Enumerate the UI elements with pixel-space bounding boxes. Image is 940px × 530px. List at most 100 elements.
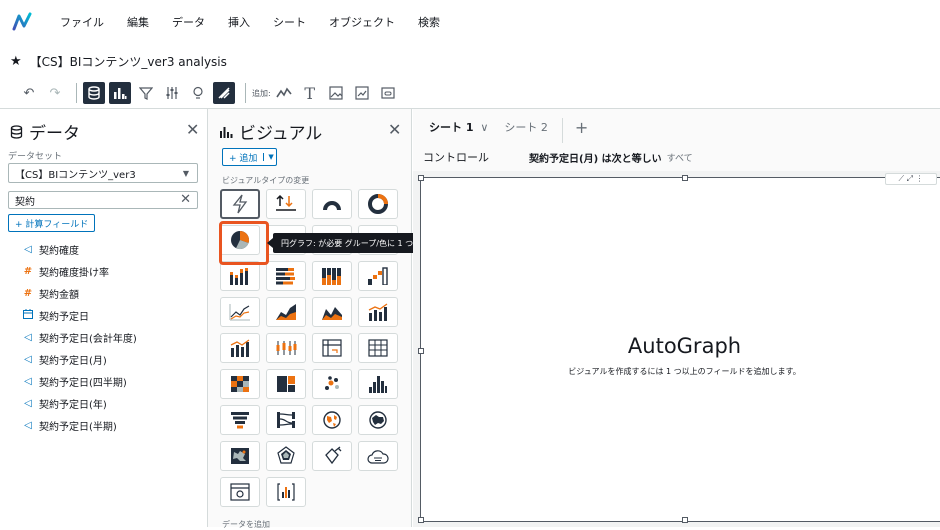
field-item[interactable]: ◁ 契約予定日(四半期) xyxy=(22,374,127,389)
pie-chart-selection-highlight xyxy=(219,221,269,265)
waterfall-chart-icon[interactable] xyxy=(358,261,398,291)
kpi-icon[interactable] xyxy=(266,189,306,219)
tab-label: シート 2 xyxy=(504,121,548,134)
histogram-icon[interactable] xyxy=(358,369,398,399)
field-label: 契約予定日(四半期) xyxy=(39,377,127,389)
menu-edit[interactable]: 編集 xyxy=(127,14,149,30)
custom-visual-icon[interactable] xyxy=(312,441,352,471)
stacked-100-bar-icon[interactable] xyxy=(312,261,352,291)
add-embed-icon[interactable] xyxy=(377,82,399,104)
points-on-map-icon[interactable] xyxy=(358,405,398,435)
visual-panel-toggle-icon[interactable] xyxy=(109,82,131,104)
radar-chart-icon[interactable] xyxy=(266,441,306,471)
resize-handle[interactable] xyxy=(418,517,424,523)
field-label: 契約予定日(年) xyxy=(39,399,107,411)
insights-icon[interactable] xyxy=(187,82,209,104)
menu-object[interactable]: オブジェクト xyxy=(329,14,395,30)
redo-icon[interactable]: ↷ xyxy=(44,82,66,104)
resize-handle[interactable] xyxy=(682,517,688,523)
add-sheet-icon[interactable]: + xyxy=(561,118,596,143)
stacked-bar-chart-icon[interactable] xyxy=(220,261,260,291)
sankey-diagram-icon[interactable] xyxy=(266,405,306,435)
tree-map-icon[interactable] xyxy=(266,369,306,399)
add-insight-icon[interactable] xyxy=(351,82,373,104)
add-calculated-field-button[interactable]: + 計算フィールド xyxy=(8,214,96,232)
field-item[interactable]: ◁ 契約予定日(年) xyxy=(22,396,107,411)
field-label: 契約予定日(月) xyxy=(39,355,107,367)
field-item[interactable]: ◁ 契約予定日(月) xyxy=(22,352,107,367)
menu-sheet[interactable]: シート xyxy=(273,14,306,30)
dimension-icon: ◁ xyxy=(24,397,32,409)
funnel-chart-icon[interactable] xyxy=(220,405,260,435)
menu-insert[interactable]: 挿入 xyxy=(228,14,250,30)
pivot-table-icon[interactable] xyxy=(312,333,352,363)
gauge-icon[interactable] xyxy=(312,189,352,219)
field-item[interactable]: ◁ 契約予定日(半期) xyxy=(22,418,117,433)
highcharts-icon[interactable] xyxy=(266,477,306,507)
parameters-icon[interactable] xyxy=(161,82,183,104)
add-visual-button[interactable]: + 追加 ▼ xyxy=(222,148,277,166)
filled-map-icon[interactable] xyxy=(312,405,352,435)
chevron-down-icon[interactable]: ▼ xyxy=(263,153,274,161)
tab-sheet-1[interactable]: シート 1 ∨ xyxy=(421,119,496,143)
word-cloud-icon[interactable] xyxy=(358,441,398,471)
embedded-content-icon[interactable] xyxy=(220,477,260,507)
controls-label[interactable]: コントロール xyxy=(423,149,489,165)
app-logo-icon[interactable] xyxy=(0,0,44,44)
resize-handle[interactable] xyxy=(682,175,688,181)
bar-chart-icon xyxy=(220,126,233,138)
control-filter-value[interactable]: すべて xyxy=(667,151,693,164)
clear-icon[interactable]: ✕ xyxy=(180,192,191,207)
data-panel-toggle-icon[interactable] xyxy=(83,82,105,104)
filter-icon[interactable] xyxy=(135,82,157,104)
menu-data[interactable]: データ xyxy=(172,14,205,30)
control-filter-label[interactable]: 契約予定日(月) は次と等しい xyxy=(529,150,662,165)
geospatial-map-icon[interactable] xyxy=(220,441,260,471)
close-icon[interactable]: ✕ xyxy=(186,120,199,139)
donut-chart-icon[interactable] xyxy=(358,189,398,219)
menu-bar: ファイル 編集 データ 挿入 シート オブジェクト 検索 xyxy=(0,0,940,44)
scatter-plot-icon[interactable] xyxy=(312,369,352,399)
close-icon[interactable]: ✕ xyxy=(388,120,401,139)
add-text-icon[interactable]: T xyxy=(299,82,321,104)
menu-file[interactable]: ファイル xyxy=(60,14,104,30)
dataset-select[interactable]: 【CS】BIコンテンツ_ver3 ▼ xyxy=(8,163,198,183)
stacked-area-chart-icon[interactable] xyxy=(312,297,352,327)
tab-sheet-2[interactable]: シート 2 xyxy=(496,119,556,143)
analysis-title[interactable]: 【CS】BIコンテンツ_ver3 analysis xyxy=(30,53,227,70)
toolbar: ↶ ↷ 追加: T xyxy=(0,78,940,109)
undo-icon[interactable]: ↶ xyxy=(18,82,40,104)
autograph-icon[interactable] xyxy=(220,189,260,219)
dimension-icon: ◁ xyxy=(24,419,32,431)
resize-handle[interactable] xyxy=(418,175,424,181)
dataset-label: データセット xyxy=(8,152,63,162)
field-item[interactable]: 契約予定日 xyxy=(22,308,89,323)
star-icon[interactable]: ★ xyxy=(10,54,22,69)
menu-search[interactable]: 検索 xyxy=(418,14,440,30)
toolbar-divider xyxy=(76,83,77,103)
add-visual-label: + 追加 xyxy=(229,153,258,164)
field-label: 契約予定日(会計年度) xyxy=(39,333,137,345)
add-image-icon[interactable] xyxy=(325,82,347,104)
measure-icon: # xyxy=(23,287,33,299)
chevron-down-icon[interactable]: ∨ xyxy=(480,121,488,134)
combo-bar-line-icon[interactable] xyxy=(220,333,260,363)
autograph-visual[interactable]: ⟋ ⤢ ⋮ AutoGraph ビジュアルを作成するには 1 つ以上のフィールド… xyxy=(418,173,940,523)
visual-menu-icon[interactable]: ⟋ ⤢ ⋮ xyxy=(885,173,937,185)
heat-map-icon[interactable] xyxy=(220,369,260,399)
table-icon[interactable] xyxy=(358,333,398,363)
line-chart-icon[interactable] xyxy=(220,297,260,327)
field-item[interactable]: # 契約金額 xyxy=(22,286,79,301)
add-data-label: データを追加 xyxy=(222,520,270,529)
field-search-input[interactable]: 契約 ✕ xyxy=(8,191,198,209)
themes-icon[interactable] xyxy=(213,82,235,104)
field-item[interactable]: ◁ 契約予定日(会計年度) xyxy=(22,330,137,345)
combo-chart-icon[interactable] xyxy=(358,297,398,327)
box-plot-icon[interactable] xyxy=(266,333,306,363)
visual-subtitle: ビジュアルを作成するには 1 つ以上のフィールドを追加します。 xyxy=(568,367,801,376)
horizontal-stacked-bar-icon[interactable] xyxy=(266,261,306,291)
field-item[interactable]: ◁ 契約確度 xyxy=(22,242,79,257)
area-chart-icon[interactable] xyxy=(266,297,306,327)
add-visual-icon[interactable] xyxy=(273,82,295,104)
field-item[interactable]: # 契約確度掛け率 xyxy=(22,264,109,279)
